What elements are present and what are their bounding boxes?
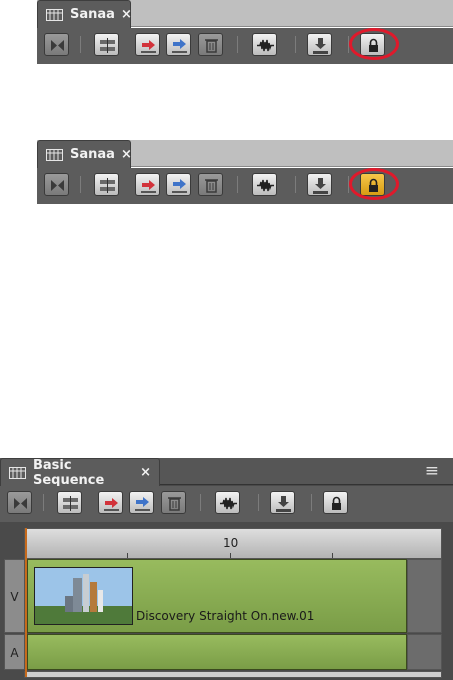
audio-track[interactable] [27,634,407,670]
track-label-a: A [10,646,19,660]
lift-button[interactable] [166,173,191,196]
export-button[interactable] [270,491,295,514]
separator [80,176,81,193]
video-track-filler [407,559,442,633]
overwrite-button[interactable] [135,33,160,56]
separator [200,494,201,511]
separator [237,176,238,193]
separator [80,36,81,53]
lock-icon [332,496,341,510]
timeline-panel-locked: Sanaa × [37,140,453,206]
splice-in-button[interactable] [94,33,119,56]
tab-title: Basic Sequence [33,457,105,488]
splice-in-icon [100,38,115,53]
ruler-tick [127,553,128,558]
basic-sequence-panel: Basic Sequence × ≡ 10 V Discovery Straig… [0,458,453,680]
audio-waveform-icon [220,497,237,510]
splice-in-button[interactable] [94,173,119,196]
overwrite-button[interactable] [98,491,123,514]
splice-in-icon [63,496,78,511]
delete-button[interactable] [161,491,186,514]
track-label-v: V [10,590,19,604]
lift-icon [172,39,187,53]
audio-waveform-button[interactable] [252,173,277,196]
sequence-icon [46,8,63,21]
toggle-source-record-icon [51,180,64,191]
timeline-toolbar [0,486,453,522]
splice-in-button[interactable] [57,491,82,514]
overwrite-icon [141,40,156,53]
export-button[interactable] [307,173,332,196]
overwrite-button[interactable] [135,173,160,196]
export-icon [313,38,328,54]
audio-waveform-icon [257,39,274,52]
delete-button[interactable] [198,33,223,56]
lift-icon [172,179,187,193]
video-track[interactable]: Discovery Straight On.new.01 [27,559,407,633]
lock-button[interactable] [323,491,348,514]
sequence-icon [9,466,26,479]
separator [43,494,44,511]
ruler-label-10: 10 [223,536,239,550]
shuttle-launch-thumbnail [35,568,132,624]
tab-sanaa[interactable]: Sanaa × [37,140,132,168]
separator [311,494,312,511]
export-icon [313,178,328,194]
ruler-tick [332,553,333,558]
delete-icon [205,39,218,53]
ruler-tick [230,553,231,558]
separator [295,36,296,53]
clip-thumbnail [34,567,133,625]
separator [237,36,238,53]
audio-waveform-icon [257,179,274,192]
tab-title: Sanaa [70,147,115,162]
position-indicator[interactable] [25,528,27,677]
audio-waveform-button[interactable] [252,33,277,56]
sequence-icon [46,148,63,161]
tab-sanaa[interactable]: Sanaa × [37,0,132,28]
timecode-ruler[interactable]: 10 [24,528,442,559]
highlight-ring [349,28,399,60]
timeline-area: 10 V Discovery Straight On.new.01 A [0,522,453,679]
audio-waveform-button[interactable] [215,491,240,514]
close-icon[interactable]: × [121,7,132,22]
tab-basic-sequence[interactable]: Basic Sequence × [0,457,160,488]
timeline-scrollbar[interactable] [24,671,442,678]
delete-icon [168,497,181,511]
separator [258,494,259,511]
lift-icon [135,497,150,511]
lift-button[interactable] [166,33,191,56]
clip-name: Discovery Straight On.new.01 [136,609,315,623]
lift-button[interactable] [129,491,154,514]
export-icon [276,496,291,512]
audio-track-filler [407,634,442,670]
close-icon[interactable]: × [121,147,132,162]
delete-button[interactable] [198,173,223,196]
overwrite-icon [104,498,119,511]
export-button[interactable] [307,33,332,56]
track-head-video[interactable]: V [4,559,25,633]
delete-icon [205,179,218,193]
timeline-panel-unlocked: Sanaa × [37,0,453,66]
overwrite-icon [141,180,156,193]
toggle-source-record-icon [51,40,64,51]
highlight-ring [349,168,399,200]
toggle-source-record-button[interactable] [7,491,32,514]
close-icon[interactable]: × [140,465,151,480]
panel-menu-icon[interactable]: ≡ [425,461,439,481]
splice-in-icon [100,178,115,193]
toggle-source-record-button[interactable] [44,33,69,56]
tab-title: Sanaa [70,7,115,22]
track-head-audio[interactable]: A [4,634,25,670]
toggle-source-record-button[interactable] [44,173,69,196]
separator [295,176,296,193]
toggle-source-record-icon [14,498,27,509]
